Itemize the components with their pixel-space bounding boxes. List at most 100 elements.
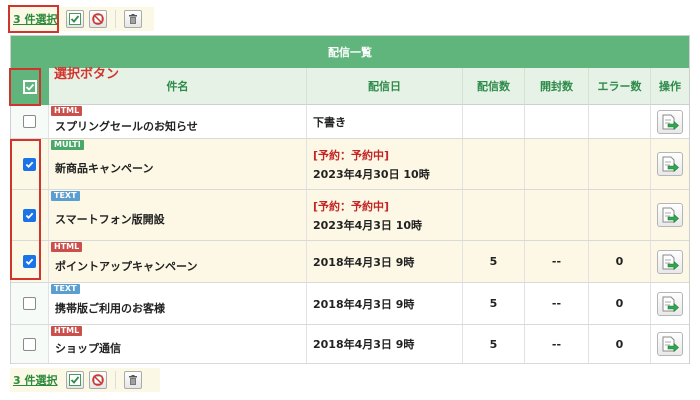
error-count-cell: 0 bbox=[589, 283, 651, 324]
export-arrow-icon bbox=[662, 336, 679, 352]
delivery-date-cell: 2018年4月3日 9時 bbox=[307, 325, 463, 363]
open-count-cell: -- bbox=[525, 325, 589, 363]
row-checkbox[interactable] bbox=[23, 157, 36, 171]
check-icon bbox=[25, 212, 34, 219]
reservation-status: [予約：予約中] bbox=[313, 148, 390, 162]
toolbar-separator bbox=[115, 371, 117, 389]
mail-subject: ポイントアップキャンペーン bbox=[55, 259, 198, 273]
trash-icon bbox=[129, 14, 138, 24]
row-checkbox[interactable] bbox=[23, 115, 36, 128]
row-checkbox-cell bbox=[11, 139, 49, 189]
error-count-cell: 0 bbox=[589, 325, 651, 363]
sent-count-cell: 5 bbox=[463, 325, 525, 363]
row-checkbox-cell bbox=[11, 283, 49, 324]
checkbox-check-icon bbox=[69, 13, 82, 25]
mail-subject: 新商品キャンペーン bbox=[55, 162, 154, 175]
uncheck-all-button[interactable] bbox=[89, 10, 108, 28]
row-checkbox-cell bbox=[11, 190, 49, 240]
action-cell bbox=[651, 325, 689, 363]
mail-type-badge: TEXT bbox=[51, 191, 80, 201]
table-row: TEXT 携帯版ご利用のお客様 2018年4月3日 9時 5 -- 0 bbox=[11, 283, 689, 325]
error-count: 0 bbox=[615, 255, 624, 268]
select-all-checkbox[interactable] bbox=[23, 79, 37, 94]
mail-subject: 携帯版ご利用のお客様 bbox=[55, 301, 165, 315]
delivery-date-cell: [予約：予約中] 2023年4月3日 10時 bbox=[307, 190, 463, 240]
column-header-sent[interactable]: 配信数 bbox=[463, 68, 525, 105]
open-count-cell bbox=[525, 139, 589, 189]
trash-icon bbox=[129, 375, 138, 385]
delivery-date: 2018年4月3日 9時 bbox=[313, 297, 415, 311]
delete-button-bottom[interactable] bbox=[124, 371, 143, 389]
open-detail-button[interactable] bbox=[657, 109, 683, 134]
no-check-icon bbox=[92, 13, 105, 25]
uncheck-all-button-bottom[interactable] bbox=[89, 371, 108, 389]
column-header-errors[interactable]: エラー数 bbox=[589, 68, 651, 105]
check-icon bbox=[25, 258, 34, 266]
subject-cell: HTML ポイントアップキャンペーン bbox=[49, 241, 307, 282]
mail-subject: スプリングセールのお知らせ bbox=[55, 119, 198, 133]
column-header-actions: 操作 bbox=[651, 68, 689, 105]
subject-cell: MULTI 新商品キャンペーン bbox=[49, 139, 307, 189]
action-cell bbox=[651, 105, 689, 138]
selection-count-link-bottom[interactable]: 3 件選択 bbox=[10, 372, 61, 388]
mail-subject: スマートフォン版開設 bbox=[55, 213, 165, 226]
export-arrow-icon bbox=[662, 254, 679, 270]
row-checkbox[interactable] bbox=[23, 337, 36, 351]
row-checkbox[interactable] bbox=[23, 255, 36, 268]
check-all-button[interactable] bbox=[66, 10, 85, 28]
selection-count-link[interactable]: 3 件選択 bbox=[10, 11, 61, 27]
subject-cell: TEXT 携帯版ご利用のお客様 bbox=[49, 283, 307, 324]
check-all-button-bottom[interactable] bbox=[66, 371, 85, 389]
delivery-table: 配信一覧 件名 配信日 配信数 開封数 エラー数 操作 HTML スプリングセール… bbox=[10, 35, 690, 364]
delete-button[interactable] bbox=[124, 10, 143, 28]
open-detail-button[interactable] bbox=[657, 332, 683, 356]
sent-count-cell bbox=[463, 105, 525, 138]
sent-count-cell bbox=[463, 139, 525, 189]
export-arrow-icon bbox=[662, 296, 679, 312]
export-arrow-icon bbox=[662, 207, 679, 223]
subject-cell: HTML ショップ通信 bbox=[49, 325, 307, 363]
checkbox-check-icon bbox=[69, 374, 82, 386]
toolbar-separator bbox=[115, 10, 117, 28]
column-header-date[interactable]: 配信日 bbox=[307, 68, 463, 105]
row-checkbox[interactable] bbox=[23, 297, 36, 310]
open-detail-button[interactable] bbox=[657, 249, 683, 274]
row-checkbox[interactable] bbox=[23, 208, 36, 222]
action-cell bbox=[651, 283, 689, 324]
check-icon bbox=[25, 83, 35, 91]
open-detail-button[interactable] bbox=[657, 291, 683, 316]
error-count: 0 bbox=[615, 297, 624, 310]
delivery-date: 2023年4月3日 10時 bbox=[313, 218, 423, 232]
delivery-date-cell: 2018年4月3日 9時 bbox=[307, 283, 463, 324]
table-row: HTML スプリングセールのお知らせ 下書き bbox=[11, 105, 689, 139]
sent-count-cell: 5 bbox=[463, 283, 525, 324]
export-arrow-icon bbox=[662, 156, 679, 172]
sent-count: 5 bbox=[489, 255, 498, 268]
open-count: -- bbox=[551, 337, 562, 351]
error-count-cell bbox=[589, 139, 651, 189]
action-cell bbox=[651, 139, 689, 189]
delivery-date: 2023年4月30日 10時 bbox=[313, 167, 430, 181]
sent-count: 5 bbox=[489, 337, 498, 351]
action-cell bbox=[651, 190, 689, 240]
subject-cell: HTML スプリングセールのお知らせ bbox=[49, 105, 307, 138]
open-count-cell: -- bbox=[525, 241, 589, 282]
mail-type-badge: HTML bbox=[51, 106, 83, 116]
mail-type-badge: TEXT bbox=[51, 284, 80, 294]
table-row: HTML ショップ通信 2018年4月3日 9時 5 -- 0 bbox=[11, 325, 689, 364]
action-cell bbox=[651, 241, 689, 282]
error-count-cell bbox=[589, 105, 651, 138]
open-detail-button[interactable] bbox=[657, 152, 683, 176]
open-count: -- bbox=[551, 255, 562, 268]
row-checkbox-cell bbox=[11, 105, 49, 138]
delivery-date-cell: [予約：予約中] 2023年4月30日 10時 bbox=[307, 139, 463, 189]
sent-count-cell bbox=[463, 190, 525, 240]
table-row: TEXT スマートフォン版開設 [予約：予約中] 2023年4月3日 10時 bbox=[11, 190, 689, 241]
open-count: -- bbox=[551, 297, 562, 310]
bottom-toolbar: 3 件選択 bbox=[10, 368, 160, 392]
mail-type-badge: HTML bbox=[51, 326, 83, 336]
column-header-opened[interactable]: 開封数 bbox=[525, 68, 589, 105]
delivery-date-cell: 下書き bbox=[307, 105, 463, 138]
open-count-cell: -- bbox=[525, 283, 589, 324]
open-detail-button[interactable] bbox=[657, 203, 683, 227]
